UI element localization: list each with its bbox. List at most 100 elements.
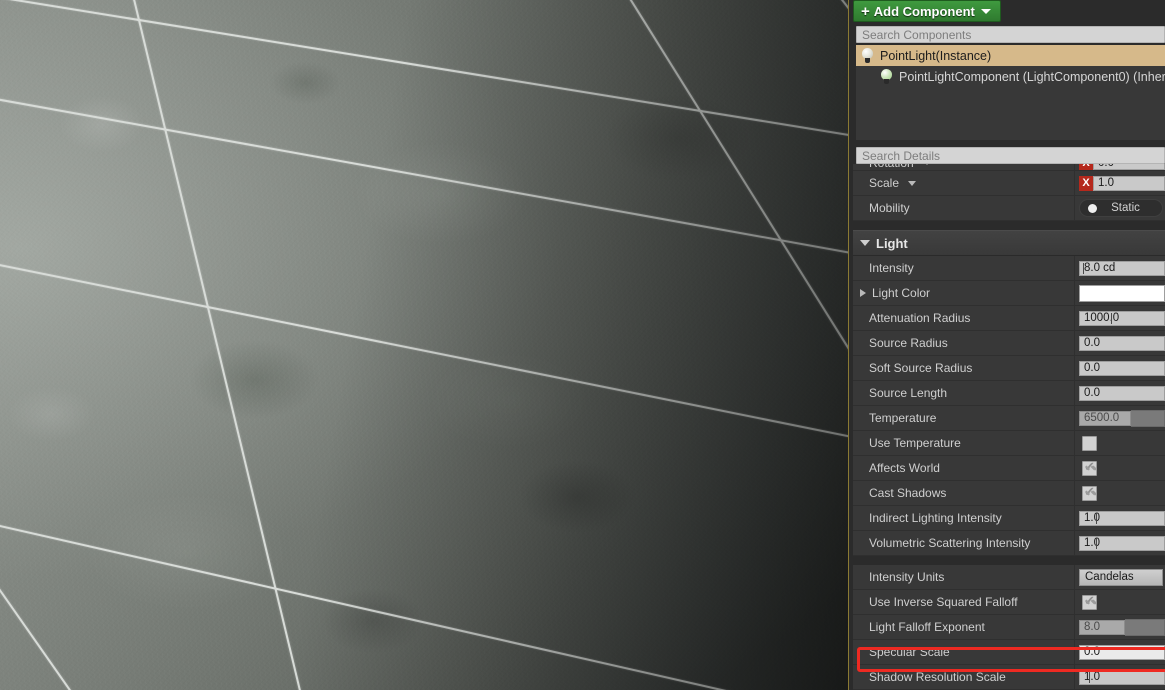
chevron-down-icon[interactable]	[922, 164, 931, 165]
expand-arrow-icon[interactable]	[860, 289, 866, 297]
property-row-source-radius[interactable]: Source Radius 0.0	[853, 331, 1165, 356]
intensity-value: 8.0 cd	[1084, 262, 1116, 274]
search-details-input[interactable]: Search Details	[856, 147, 1165, 164]
soft-source-radius-input[interactable]: 0.0	[1079, 360, 1165, 376]
property-row-intensity-units[interactable]: Intensity Units Candelas	[853, 565, 1165, 590]
property-value-cell[interactable]	[1075, 431, 1165, 455]
property-row-use-temperature[interactable]: Use Temperature	[853, 431, 1165, 456]
property-row-use-inverse-squared-falloff[interactable]: Use Inverse Squared Falloff ✔	[853, 590, 1165, 615]
source-radius-input[interactable]: 0.0	[1079, 335, 1165, 351]
axis-badge-x: X	[1079, 175, 1093, 191]
chevron-down-icon[interactable]	[908, 180, 917, 186]
property-row-cast-shadows[interactable]: Cast Shadows ✔	[853, 481, 1165, 506]
property-row-light-falloff-exponent[interactable]: Light Falloff Exponent 8.0	[853, 615, 1165, 640]
property-row-temperature[interactable]: Temperature 6500.0	[853, 406, 1165, 431]
property-label: Attenuation Radius	[869, 311, 971, 325]
shadow-resolution-scale-value: 1.0	[1084, 671, 1100, 683]
property-value-cell[interactable]: 1.0	[1075, 506, 1165, 530]
shadow-resolution-scale-input[interactable]: 1.0	[1079, 669, 1165, 685]
property-label: Cast Shadows	[869, 486, 947, 500]
property-value-cell[interactable]: 0.0	[1075, 331, 1165, 355]
temperature-value: 6500.0	[1084, 412, 1120, 424]
property-row-specular-scale[interactable]: Specular Scale 0.0	[853, 640, 1165, 665]
property-row-scale[interactable]: Scale X 1.0	[853, 171, 1165, 196]
property-row-soft-source-radius[interactable]: Soft Source Radius 0.0	[853, 356, 1165, 381]
light-falloff-exponent-input[interactable]: 8.0	[1079, 619, 1125, 635]
mobility-selector[interactable]: Static	[1079, 199, 1163, 217]
section-gap	[853, 221, 1165, 230]
property-value-cell[interactable]: 6500.0	[1075, 406, 1165, 430]
search-components-input[interactable]: Search Components	[856, 26, 1165, 43]
level-viewport[interactable]	[0, 0, 848, 690]
scale-x-value: 1.0	[1098, 177, 1114, 189]
intensity-units-dropdown[interactable]: Candelas	[1079, 568, 1163, 586]
property-value-cell[interactable]: ✔	[1075, 590, 1165, 614]
attenuation-radius-input[interactable]: 1000.0	[1079, 310, 1165, 326]
property-name-cell: Specular Scale	[853, 640, 1075, 664]
property-row-light-color[interactable]: Light Color	[853, 281, 1165, 306]
property-row-intensity[interactable]: Intensity 8.0 cd	[853, 256, 1165, 281]
property-value-cell[interactable]: 0.0	[1075, 640, 1165, 664]
component-tree-item-pointlightcomponent[interactable]: PointLightComponent (LightComponent0) (I…	[856, 66, 1165, 87]
rotation-x-input[interactable]: 0.0 °	[1093, 164, 1165, 170]
chevron-down-icon[interactable]	[860, 240, 870, 246]
light-falloff-exponent-slider[interactable]	[1125, 618, 1165, 636]
property-name-cell: Mobility	[853, 196, 1075, 220]
light-bulb-icon	[880, 69, 893, 84]
property-value-cell[interactable]	[1075, 281, 1165, 305]
intensity-units-value: Candelas	[1085, 571, 1134, 583]
section-gap	[853, 556, 1165, 565]
property-name-cell: Scale	[853, 171, 1075, 195]
intensity-input[interactable]: 8.0 cd	[1079, 260, 1165, 276]
property-value-cell[interactable]: X 1.0	[1075, 171, 1165, 195]
volumetric-scattering-intensity-input[interactable]: 1.0	[1079, 535, 1165, 551]
details-property-list[interactable]: Rotation X 0.0 ° Scale X 1.0	[853, 164, 1165, 690]
property-row-source-length[interactable]: Source Length 0.0	[853, 381, 1165, 406]
property-row-volumetric-scattering-intensity[interactable]: Volumetric Scattering Intensity 1.0	[853, 531, 1165, 556]
property-label: Source Length	[869, 386, 948, 400]
property-value-cell[interactable]: 1.0	[1075, 665, 1165, 689]
affects-world-checkbox[interactable]: ✔	[1082, 460, 1097, 476]
property-value-cell[interactable]: Static	[1075, 196, 1165, 220]
property-value-cell[interactable]: 1.0	[1075, 531, 1165, 555]
soft-source-radius-value: 0.0	[1084, 362, 1100, 374]
property-label: Use Inverse Squared Falloff	[869, 595, 1018, 609]
property-row-affects-world[interactable]: Affects World ✔	[853, 456, 1165, 481]
property-value-cell[interactable]: X 0.0 °	[1075, 164, 1165, 170]
category-header-light[interactable]: Light	[853, 230, 1165, 256]
property-value-cell[interactable]: 8.0 cd	[1075, 256, 1165, 280]
property-value-cell[interactable]: ✔	[1075, 456, 1165, 480]
property-label: Temperature	[869, 411, 937, 425]
component-tree[interactable]: PointLight(Instance) PointLightComponent…	[856, 45, 1165, 140]
search-components-placeholder: Search Components	[862, 27, 972, 42]
property-label: Volumetric Scattering Intensity	[869, 536, 1031, 550]
source-length-input[interactable]: 0.0	[1079, 385, 1165, 401]
component-tree-item-pointlight[interactable]: PointLight(Instance)	[856, 45, 1165, 66]
chevron-down-icon[interactable]	[980, 8, 991, 14]
use-temperature-checkbox[interactable]	[1082, 435, 1097, 451]
specular-scale-input[interactable]: 0.0	[1079, 644, 1165, 660]
property-value-cell[interactable]: Candelas	[1075, 565, 1165, 589]
mobility-static-radio[interactable]	[1088, 203, 1097, 213]
property-row-attenuation-radius[interactable]: Attenuation Radius 1000.0	[853, 306, 1165, 331]
property-row-rotation[interactable]: Rotation X 0.0 °	[853, 164, 1165, 171]
temperature-slider[interactable]	[1131, 409, 1165, 427]
property-value-cell[interactable]: 1000.0	[1075, 306, 1165, 330]
property-row-mobility[interactable]: Mobility Static	[853, 196, 1165, 221]
property-label: Shadow Resolution Scale	[869, 670, 1006, 684]
source-length-value: 0.0	[1084, 387, 1100, 399]
scale-x-input[interactable]: 1.0	[1093, 175, 1165, 191]
cast-shadows-checkbox[interactable]: ✔	[1082, 485, 1097, 501]
use-inverse-squared-falloff-checkbox[interactable]: ✔	[1082, 594, 1097, 610]
property-value-cell[interactable]: 0.0	[1075, 381, 1165, 405]
property-value-cell[interactable]: 0.0	[1075, 356, 1165, 380]
add-component-button[interactable]: + Add Component	[853, 0, 1001, 22]
property-row-indirect-lighting-intensity[interactable]: Indirect Lighting Intensity 1.0	[853, 506, 1165, 531]
property-value-cell[interactable]: 8.0	[1075, 615, 1165, 639]
light-color-swatch[interactable]	[1079, 284, 1165, 302]
indirect-lighting-intensity-input[interactable]: 1.0	[1079, 510, 1165, 526]
property-value-cell[interactable]: ✔	[1075, 481, 1165, 505]
property-row-shadow-resolution-scale[interactable]: Shadow Resolution Scale 1.0	[853, 665, 1165, 690]
temperature-input[interactable]: 6500.0	[1079, 410, 1131, 426]
property-name-cell: Light Color	[853, 281, 1075, 305]
